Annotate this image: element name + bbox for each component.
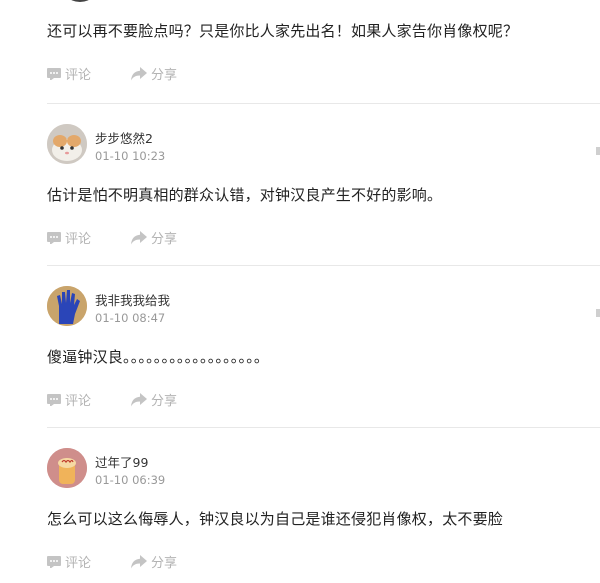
username[interactable]: 过年了99 — [95, 452, 148, 471]
comment-text: 怎么可以这么侮辱人，钟汉良以为自己是谁还侵犯肖像权，太不要脸 — [47, 510, 504, 528]
comment-icon — [47, 555, 61, 568]
comment-label: 评论 — [65, 232, 92, 247]
share-label: 分享 — [151, 232, 178, 247]
more-indicator — [596, 147, 600, 155]
share-label: 分享 — [151, 68, 178, 83]
comment-button[interactable]: 评论 — [47, 552, 91, 571]
comment-icon — [47, 231, 61, 244]
avatar[interactable] — [47, 448, 87, 488]
comment-text: 傻逼钟汉良。。。。。。。。。。。。。。。。。。 — [47, 348, 270, 366]
share-icon — [131, 66, 147, 80]
share-button[interactable]: 分享 — [131, 64, 177, 83]
comment-feed: 还可以再不要脸点吗？只是你比人家先出名！如果人家告你肖像权呢？ 评论 分享 步步… — [0, 0, 600, 583]
comment-text: 估计是怕不明真相的群众认错，对钟汉良产生不好的影响。 — [47, 186, 443, 204]
comment-time: 01-10 06:39 — [95, 473, 166, 487]
comment-label: 评论 — [65, 68, 92, 83]
divider — [47, 103, 600, 104]
comment-label: 评论 — [65, 394, 92, 409]
share-label: 分享 — [151, 556, 178, 571]
comment-icon — [47, 67, 61, 80]
comment-icon — [47, 393, 61, 406]
comment-button[interactable]: 评论 — [47, 64, 91, 83]
avatar[interactable] — [47, 286, 87, 326]
comment-button[interactable]: 评论 — [47, 228, 91, 247]
divider — [47, 265, 600, 266]
share-button[interactable]: 分享 — [131, 552, 177, 571]
username[interactable]: 我非我我给我 — [95, 290, 170, 309]
comment-label: 评论 — [65, 556, 92, 571]
comment-time: 01-10 10:23 — [95, 149, 166, 163]
comment-time: 01-10 08:47 — [95, 311, 166, 325]
share-button[interactable]: 分享 — [131, 228, 177, 247]
share-icon — [131, 230, 147, 244]
more-indicator — [596, 309, 600, 317]
divider — [47, 427, 600, 428]
username[interactable]: 步步悠然2 — [95, 128, 153, 147]
comment-button[interactable]: 评论 — [47, 390, 91, 409]
share-label: 分享 — [151, 394, 178, 409]
share-button[interactable]: 分享 — [131, 390, 177, 409]
share-icon — [131, 554, 147, 568]
share-icon — [131, 392, 147, 406]
avatar[interactable] — [47, 124, 87, 164]
avatar[interactable] — [60, 0, 100, 2]
comment-text: 还可以再不要脸点吗？只是你比人家先出名！如果人家告你肖像权呢？ — [47, 22, 519, 40]
